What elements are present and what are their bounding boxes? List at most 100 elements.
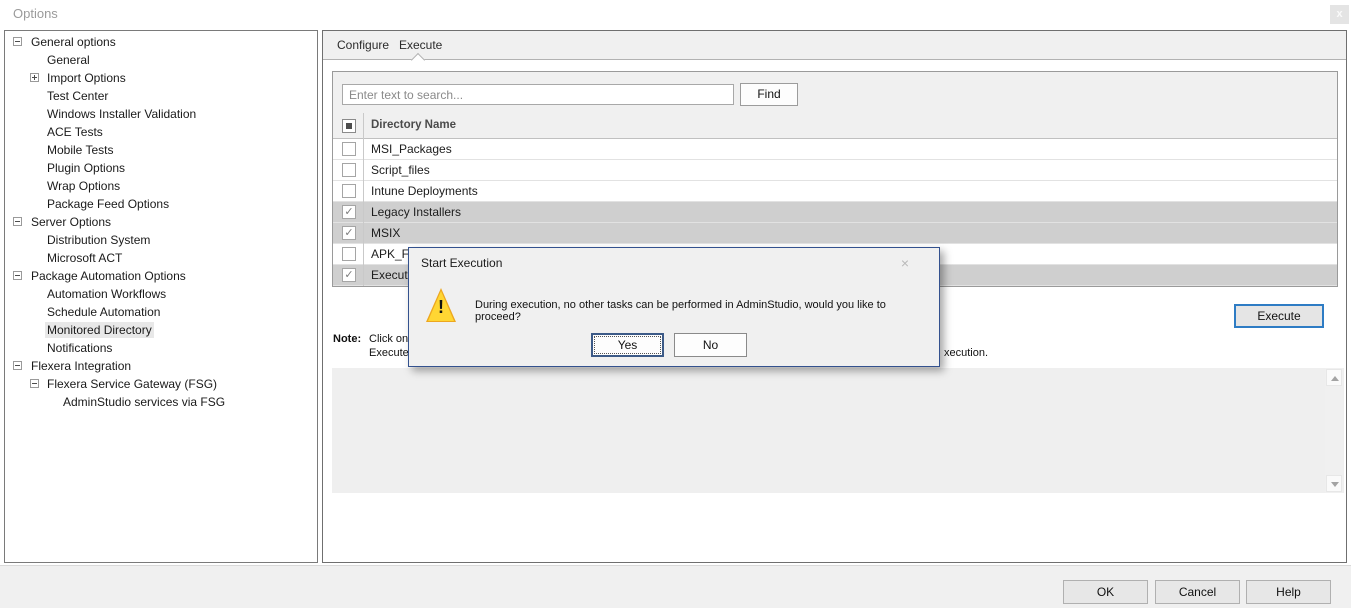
options-tree: General options General Import Options Test… — [4, 30, 318, 563]
dialog-title: Start Execution — [421, 256, 502, 270]
tree-item[interactable]: General — [5, 51, 317, 69]
table-row[interactable]: Intune Deployments — [333, 181, 1337, 202]
tree-item[interactable]: AdminStudio services via FSG — [5, 393, 317, 411]
checkbox-unchecked[interactable] — [342, 163, 356, 177]
no-button[interactable]: No — [674, 333, 747, 357]
checkbox-unchecked[interactable] — [342, 247, 356, 261]
table-row[interactable]: ✓ Legacy Installers — [333, 202, 1337, 223]
collapse-icon[interactable] — [13, 361, 22, 370]
tree-item-label: ACE Tests — [45, 124, 105, 140]
collapse-icon[interactable] — [30, 379, 39, 388]
collapse-icon[interactable] — [13, 217, 22, 226]
footer-bar: OK Cancel Help — [0, 565, 1351, 608]
arrow-up-icon — [1331, 376, 1339, 381]
help-button[interactable]: Help — [1246, 580, 1331, 604]
expand-icon[interactable] — [30, 73, 39, 82]
tree-item-label: Distribution System — [45, 232, 152, 248]
tree-item-label: Flexera Integration — [29, 358, 133, 374]
tree-item-label: Server Options — [29, 214, 113, 230]
directory-name: Legacy Installers — [371, 205, 461, 219]
column-separator — [363, 113, 364, 286]
tree-item[interactable]: Schedule Automation — [5, 303, 317, 321]
tree-item[interactable]: Flexera Service Gateway (FSG) — [5, 375, 317, 393]
tree-item[interactable]: General options — [5, 33, 317, 51]
tree-item-label: Windows Installer Validation — [45, 106, 198, 122]
tree-item[interactable]: Monitored Directory — [5, 321, 317, 339]
tree-item[interactable]: Mobile Tests — [5, 141, 317, 159]
scroll-down-button[interactable] — [1326, 475, 1342, 492]
tree-item[interactable]: Plugin Options — [5, 159, 317, 177]
directory-name: MSI_Packages — [371, 142, 452, 156]
tree-item[interactable]: Wrap Options — [5, 177, 317, 195]
tree-item-label: Mobile Tests — [45, 142, 115, 158]
tree-item-label: Plugin Options — [45, 160, 127, 176]
start-execution-dialog: Start Execution × ! During execution, no… — [408, 247, 940, 367]
tree-item[interactable]: Server Options — [5, 213, 317, 231]
checkbox-checked[interactable]: ✓ — [342, 268, 356, 282]
dialog-message: During execution, no other tasks can be … — [475, 299, 925, 323]
tree-item[interactable]: Windows Installer Validation — [5, 105, 317, 123]
collapse-icon[interactable] — [13, 271, 22, 280]
tree-item[interactable]: Package Feed Options — [5, 195, 317, 213]
note-line1: Click on — [369, 333, 408, 345]
tree-item-label: Schedule Automation — [45, 304, 162, 320]
tree-item[interactable]: Import Options — [5, 69, 317, 87]
arrow-down-icon — [1331, 482, 1339, 487]
directory-name: Intune Deployments — [371, 184, 478, 198]
dialog-close-icon[interactable]: × — [895, 254, 915, 272]
table-row[interactable]: ✓ MSIX — [333, 223, 1337, 244]
find-button[interactable]: Find — [740, 83, 798, 106]
tree-item[interactable]: Package Automation Options — [5, 267, 317, 285]
note-line2: Execute — [369, 347, 409, 359]
scroll-up-button[interactable] — [1326, 369, 1342, 386]
tree-item-label: Test Center — [45, 88, 110, 104]
window-close-icon[interactable]: x — [1330, 5, 1349, 24]
checkbox-checked[interactable]: ✓ — [342, 226, 356, 240]
checkbox-unchecked[interactable] — [342, 142, 356, 156]
tree-item-label: Wrap Options — [45, 178, 122, 194]
vertical-scrollbar[interactable] — [1325, 368, 1343, 493]
checkbox-unchecked[interactable] — [342, 184, 356, 198]
tree-item-label: General options — [29, 34, 118, 50]
grid-header: Directory Name — [333, 113, 1337, 139]
select-all-checkbox[interactable] — [342, 119, 356, 133]
execute-button[interactable]: Execute — [1234, 304, 1324, 328]
tree-item-label: Notifications — [45, 340, 114, 356]
tab-bar: Configure Execute — [323, 31, 1346, 60]
ok-button[interactable]: OK — [1063, 580, 1148, 604]
tree-item-label: Automation Workflows — [45, 286, 168, 302]
options-window: Options x General options General Import O… — [0, 0, 1351, 608]
tree-item-label: Package Automation Options — [29, 268, 188, 284]
tree-item-label: AdminStudio services via FSG — [61, 394, 227, 410]
tree-item[interactable]: ACE Tests — [5, 123, 317, 141]
note-line2-tail: xecution. — [944, 347, 988, 359]
tree-item-label: Flexera Service Gateway (FSG) — [45, 376, 219, 392]
tree-item[interactable]: Automation Workflows — [5, 285, 317, 303]
window-title: Options — [13, 6, 58, 21]
search-input[interactable] — [342, 84, 734, 105]
checkbox-checked[interactable]: ✓ — [342, 205, 356, 219]
tab-configure[interactable]: Configure — [333, 31, 393, 59]
cancel-button[interactable]: Cancel — [1155, 580, 1240, 604]
output-area — [332, 368, 1344, 493]
column-header-directory-name: Directory Name — [371, 119, 456, 131]
tree-item-label: General — [45, 52, 92, 68]
directory-name: Script_files — [371, 163, 430, 177]
warning-icon: ! — [426, 288, 456, 322]
tree-item[interactable]: Distribution System — [5, 231, 317, 249]
tree-item-label: Microsoft ACT — [45, 250, 124, 266]
tree-item-label: Package Feed Options — [45, 196, 171, 212]
note-label: Note: — [333, 333, 361, 345]
tree-item[interactable]: Test Center — [5, 87, 317, 105]
table-row[interactable]: MSI_Packages — [333, 139, 1337, 160]
tree-item-label: Monitored Directory — [45, 322, 154, 338]
tree-item[interactable]: Notifications — [5, 339, 317, 357]
yes-button[interactable]: Yes — [591, 333, 664, 357]
search-row: Find — [333, 72, 1337, 113]
tree-item[interactable]: Microsoft ACT — [5, 249, 317, 267]
collapse-icon[interactable] — [13, 37, 22, 46]
directory-name: MSIX — [371, 226, 400, 240]
tree-item[interactable]: Flexera Integration — [5, 357, 317, 375]
table-row[interactable]: Script_files — [333, 160, 1337, 181]
tree-item-label: Import Options — [45, 70, 128, 86]
